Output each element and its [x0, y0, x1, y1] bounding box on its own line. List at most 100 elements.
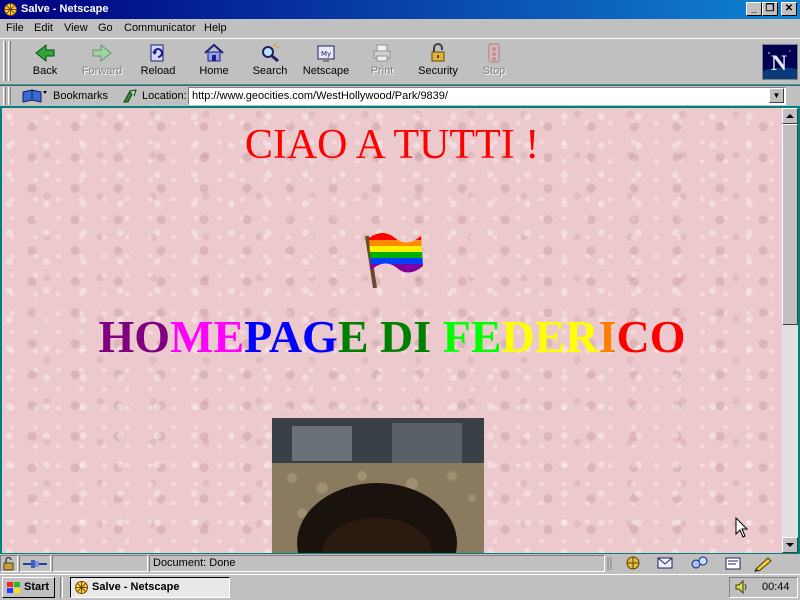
- scroll-down-arrow-icon: [786, 543, 794, 547]
- toolbar-grip-2[interactable]: [8, 41, 11, 81]
- home-button[interactable]: Home: [186, 41, 242, 81]
- bookmarks-label: Bookmarks: [53, 90, 109, 102]
- mouse-cursor-icon: [735, 517, 749, 538]
- title-letter: P: [244, 311, 269, 362]
- unlocked-icon: [3, 556, 14, 571]
- back-label: Back: [32, 65, 58, 77]
- title-letter: E: [534, 311, 566, 362]
- title-letter: E: [213, 311, 245, 362]
- forward-arrow-icon: [92, 43, 112, 63]
- start-label: Start: [24, 581, 50, 593]
- netscape-button[interactable]: My Netscape: [298, 41, 354, 81]
- print-button[interactable]: Print: [354, 41, 410, 81]
- menu-bar: File Edit View Go Communicator Help: [0, 19, 800, 38]
- location-label: Location:: [142, 90, 187, 102]
- netscape-logo[interactable]: N: [762, 44, 798, 80]
- url-field[interactable]: http://www.geocities.com/WestHollywood/P…: [188, 87, 786, 105]
- print-label: Print: [370, 65, 394, 77]
- stop-button[interactable]: Stop: [466, 41, 522, 81]
- title-letter: O: [134, 311, 171, 362]
- status-text: Document: Done: [153, 557, 236, 569]
- home-icon: [204, 43, 224, 62]
- scroll-thumb[interactable]: [782, 124, 798, 325]
- clock: 00:44: [762, 581, 790, 593]
- bookmarks-icon: [22, 89, 47, 103]
- menu-view[interactable]: View: [64, 22, 88, 34]
- title-letter: D: [501, 311, 535, 362]
- netscape-n-icon: N: [763, 45, 797, 79]
- forward-button[interactable]: Forward: [74, 41, 130, 81]
- title-letter: O: [649, 311, 686, 362]
- stop-icon: [488, 43, 500, 63]
- greeting-heading: CIAO A TUTTI !: [244, 122, 540, 168]
- title-letter: [369, 311, 381, 362]
- navigator-icon: [626, 556, 640, 570]
- location-bar: Bookmarks Location: http://www.geocities…: [0, 86, 800, 106]
- taskbar-separator: [60, 577, 63, 598]
- netscape-task-icon: [75, 581, 88, 594]
- status-bar: Document: Done: [0, 554, 800, 574]
- connection-status[interactable]: [19, 555, 51, 572]
- menu-go[interactable]: Go: [98, 22, 113, 34]
- title-letter: I: [598, 311, 617, 362]
- svg-text:My: My: [321, 50, 331, 58]
- forward-label: Forward: [81, 65, 123, 77]
- taskbar-item-label: Salve - Netscape: [92, 581, 180, 593]
- profile-photo: [272, 418, 484, 553]
- title-letter: A: [268, 311, 303, 362]
- svg-text:N: N: [771, 50, 787, 75]
- photo-image: [272, 418, 484, 553]
- menu-help[interactable]: Help: [204, 22, 227, 34]
- title-letter: E: [470, 311, 502, 362]
- reload-button[interactable]: Reload: [130, 41, 186, 81]
- minimize-button[interactable]: _: [746, 2, 762, 16]
- menu-edit[interactable]: Edit: [34, 22, 53, 34]
- taskbar: Start Salve - Netscape 00:44: [0, 574, 800, 600]
- edit-pencil-icon: [754, 557, 772, 572]
- url-dropdown-button[interactable]: ▼: [769, 88, 784, 103]
- security-button[interactable]: Security: [410, 41, 466, 81]
- location-grip[interactable]: [3, 87, 6, 105]
- back-button[interactable]: Back: [17, 41, 73, 81]
- vertical-scrollbar[interactable]: [782, 108, 798, 553]
- bookmarks-button[interactable]: Bookmarks: [20, 87, 110, 105]
- title-letter: I: [413, 311, 432, 362]
- taskbar-item-netscape[interactable]: Salve - Netscape: [70, 577, 230, 598]
- plug-icon: [23, 560, 47, 568]
- homepage-title: HOMEPAGE DI FEDERICO: [2, 310, 782, 363]
- close-button[interactable]: ✕: [781, 2, 797, 16]
- progress-bar: [52, 555, 148, 572]
- menu-file[interactable]: File: [6, 22, 24, 34]
- maximize-button[interactable]: ❐: [762, 2, 778, 16]
- title-bar[interactable]: Salve - Netscape _ ❐ ✕: [0, 0, 800, 19]
- lock-icon: [431, 43, 445, 62]
- search-label: Search: [252, 65, 288, 77]
- security-status[interactable]: [0, 555, 18, 572]
- url-text: http://www.geocities.com/WestHollywood/P…: [192, 90, 448, 102]
- home-label: Home: [199, 65, 229, 77]
- title-letter: R: [565, 311, 599, 362]
- system-tray: 00:44: [729, 577, 798, 598]
- reload-icon: [150, 44, 164, 62]
- title-letter: E: [337, 311, 369, 362]
- reload-label: Reload: [140, 65, 176, 77]
- volume-icon[interactable]: [734, 579, 750, 595]
- menu-communicator[interactable]: Communicator: [124, 22, 196, 34]
- navigation-toolbar: Back Forward Reload Home Search My Netsc…: [0, 38, 800, 85]
- windows-logo-icon: [7, 582, 20, 593]
- toolbar-grip[interactable]: [3, 41, 6, 81]
- component-bar: [606, 555, 800, 572]
- title-letter: C: [616, 311, 650, 362]
- page-proxy-icon[interactable]: [122, 88, 138, 104]
- scroll-down-button[interactable]: [782, 537, 798, 553]
- component-bar-icons: [607, 556, 772, 572]
- title-letter: M: [170, 311, 214, 362]
- title-letter: H: [98, 311, 135, 362]
- location-grip-2[interactable]: [8, 87, 11, 105]
- scroll-up-button[interactable]: [782, 108, 798, 124]
- page-content[interactable]: CIAO A TUTTI ! HOMEPAGE DI FEDERICO: [2, 108, 782, 553]
- window-title: Salve - Netscape: [21, 3, 109, 15]
- start-button[interactable]: Start: [2, 577, 55, 598]
- title-letter: F: [442, 311, 471, 362]
- search-button[interactable]: Search: [242, 41, 298, 81]
